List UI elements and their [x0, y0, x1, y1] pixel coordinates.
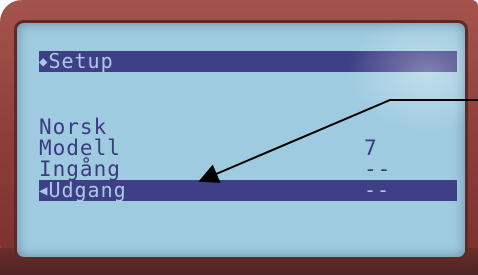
menu-item-ingang[interactable]: Ingång -- — [39, 159, 457, 180]
menu-item-value: -- — [364, 178, 391, 202]
menu-item-norsk[interactable]: Norsk — [39, 117, 457, 138]
header-bar: ◆Setup — [39, 51, 457, 72]
menu-item-modell[interactable]: Modell 7 — [39, 138, 457, 159]
menu-item-value: 7 — [364, 136, 378, 160]
header-title: Setup — [48, 49, 114, 73]
menu-item-label: Udgang — [48, 178, 127, 202]
menu-item-value: -- — [364, 157, 392, 181]
menu-item-udgang-selected[interactable]: ◀Udgang -- — [39, 180, 457, 201]
lcd-content: ◆Setup Norsk Modell 7 Ingång -- ◀Udgang -- — [39, 51, 459, 231]
lcd-screen: ◆Setup Norsk Modell 7 Ingång -- ◀Udgang -- — [14, 20, 468, 260]
